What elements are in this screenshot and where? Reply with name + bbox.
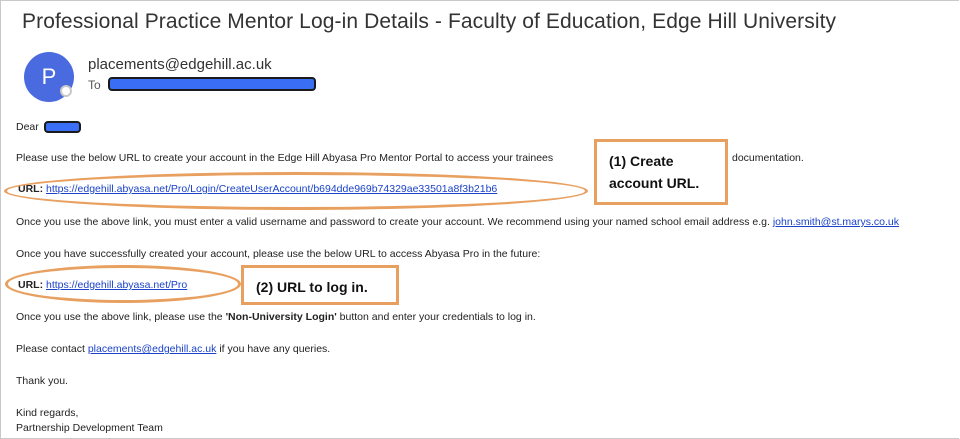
body-line-3: Once you have successfully created your … [16,248,541,260]
contact-email-link[interactable]: placements@edgehill.ac.uk [88,343,217,355]
email-subject: Professional Practice Mentor Log-in Deta… [22,10,837,33]
avatar-letter: P [41,64,57,89]
body-line-1-tail: documentation. [732,152,804,164]
highlight-oval-url2 [5,265,241,303]
example-email-link[interactable]: john.smith@st.marys.co.uk [773,216,899,228]
thanks-line: Thank you. [16,375,68,387]
redacted-name [44,121,81,133]
redacted-recipient [108,77,316,91]
body-line-5: Please contact placements@edgehill.ac.uk… [16,343,331,355]
body-line-2: Once you use the above link, you must en… [16,216,900,228]
regards-line: Kind regards, [16,407,79,419]
greeting: Dear [16,121,39,133]
team-line: Partnership Development Team [16,422,163,434]
body-line-4: Once you use the above link, please use … [16,311,536,323]
callout-login-url: (2) URL to log in. [241,265,399,305]
presence-status-icon [60,85,72,97]
body-line-1: Please use the below URL to create your … [16,152,554,164]
callout-create-account: (1) Create account URL. [594,139,728,205]
highlight-oval-url1 [4,172,588,210]
to-label: To [88,78,101,92]
sender-address[interactable]: placements@edgehill.ac.uk [88,56,272,73]
